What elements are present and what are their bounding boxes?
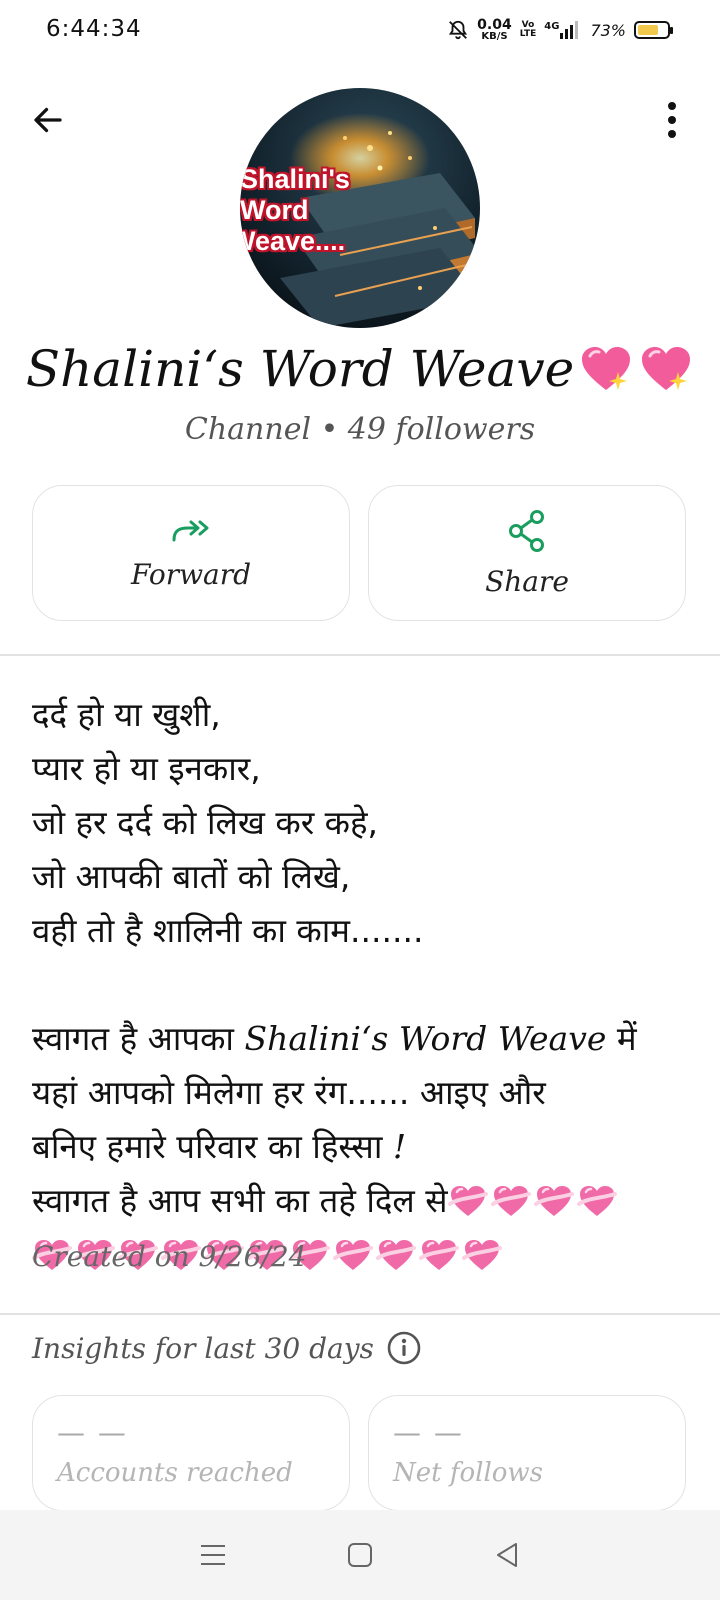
net-follows-card[interactable]: — — Net follows	[368, 1395, 686, 1511]
channel-name: Shalini‘s Word Weave	[0, 340, 720, 398]
accounts-reached-card[interactable]: — — Accounts reached	[32, 1395, 350, 1511]
created-date: Created on 9/26/24	[32, 1240, 307, 1273]
channel-name-text: Shalini‘s Word Weave	[25, 340, 575, 398]
heart-with-ribbon-icon	[447, 1186, 488, 1216]
heart-with-ribbon-icon	[533, 1186, 574, 1216]
poem-line: जो हर दर्द को लिख कर कहे,	[32, 803, 379, 842]
poem-line: जो आपकी बातों को लिखे,	[32, 857, 351, 896]
volte-indicator: Vo LTE	[520, 21, 537, 39]
sparkling-heart-icon	[582, 347, 631, 390]
forward-arrows-icon	[172, 520, 209, 541]
avatar-text-line-3: Weave....	[240, 226, 346, 256]
poem-line: दर्द हो या खुशी,	[32, 695, 221, 734]
battery-percent: 73%	[590, 20, 626, 40]
heart-with-ribbon-icon	[419, 1240, 459, 1270]
divider	[0, 1313, 720, 1315]
status-icons: 0.04 KB/S Vo LTE 4G 73%	[447, 18, 673, 42]
net-speed: 0.04 KB/S	[477, 18, 512, 42]
home-button[interactable]	[330, 1525, 390, 1585]
channel-description: दर्द हो या खुशी, प्यार हो या इनकार, जो ह…	[32, 688, 692, 1282]
heart-with-ribbon-icon	[490, 1186, 531, 1216]
avatar-text-line-2: Word	[240, 195, 309, 225]
share-button[interactable]: Share	[368, 485, 686, 621]
channel-avatar[interactable]: Shalini's Word Weave....	[240, 88, 480, 328]
sparkling-heart-icon	[642, 347, 691, 390]
insight-label: Net follows	[393, 1458, 544, 1488]
info-icon[interactable]	[386, 1330, 422, 1366]
more-options-button[interactable]	[660, 98, 684, 142]
heart-with-ribbon-icon	[576, 1186, 617, 1216]
divider	[0, 654, 720, 656]
welcome-prefix: स्वागत है आपका	[32, 1019, 245, 1058]
forward-label: Forward	[130, 557, 252, 591]
welcome-line: स्वागत है आपका Shalini‘s Word Weave में	[32, 1012, 692, 1066]
poem-line: प्यार हो या इनकार,	[32, 749, 261, 788]
back-triangle-icon	[496, 1543, 517, 1567]
description-line: यहां आपको मिलेगा हर रंग...... आइए और	[32, 1073, 546, 1112]
forward-button[interactable]: Forward	[32, 485, 350, 621]
more-vertical-icon	[668, 102, 676, 138]
line4-text: स्वागत है आप सभी का तहे दिल से	[32, 1181, 448, 1220]
line3-prefix: बनिए हमारे परिवार का हिस्सा	[32, 1127, 393, 1166]
menu-icon	[201, 1545, 226, 1565]
welcome-channel-name: Shalini‘s Word Weave	[244, 1019, 607, 1058]
home-square-icon	[347, 1543, 372, 1567]
avatar-text-line-1: Shalini's	[240, 164, 350, 194]
signal-icon: 4G	[544, 21, 582, 39]
recents-button[interactable]	[183, 1525, 243, 1585]
mute-bell-icon	[449, 20, 468, 40]
volte-bottom: LTE	[519, 29, 537, 39]
network-type: 4G	[544, 21, 560, 32]
battery-fill	[638, 25, 659, 35]
system-back-button[interactable]	[477, 1525, 537, 1585]
net-speed-unit: KB/S	[481, 31, 508, 42]
system-nav-bar	[0, 1510, 720, 1600]
share-label: Share	[485, 564, 569, 598]
channel-meta: Channel • 49 followers	[184, 412, 536, 447]
heart-with-ribbon-icon	[462, 1240, 502, 1270]
status-time: 6:44:34	[46, 16, 142, 42]
status-bar: 6:44:34 0.04 KB/S Vo LTE 4G 73%	[0, 0, 720, 64]
insights-header: Insights for last 30 days	[32, 1330, 422, 1366]
battery-icon	[634, 21, 673, 39]
avatar-text: Shalini's Word Weave....	[240, 164, 350, 257]
insight-value: — —	[57, 1416, 128, 1449]
line3-mark: !	[392, 1127, 407, 1166]
insights-title: Insights for last 30 days	[32, 1331, 374, 1365]
back-button[interactable]	[26, 98, 70, 142]
share-icon	[509, 509, 544, 552]
description-line: बनिए हमारे परिवार का हिस्सा !	[32, 1120, 692, 1174]
insight-label: Accounts reached	[57, 1458, 293, 1488]
insight-value: — —	[393, 1416, 464, 1449]
heart-with-ribbon-icon	[333, 1240, 373, 1270]
signal-bars-icon	[560, 21, 579, 39]
description-line: स्वागत है आप सभी का तहे दिल से	[32, 1174, 692, 1228]
heart-with-ribbon-icon	[376, 1240, 416, 1270]
net-speed-value: 0.04	[477, 17, 512, 33]
arrow-left-icon	[34, 107, 62, 133]
welcome-suffix: में	[606, 1019, 637, 1058]
heart-row	[447, 1181, 620, 1220]
poem-line: वही तो है शालिनी का काम.......	[32, 911, 424, 950]
